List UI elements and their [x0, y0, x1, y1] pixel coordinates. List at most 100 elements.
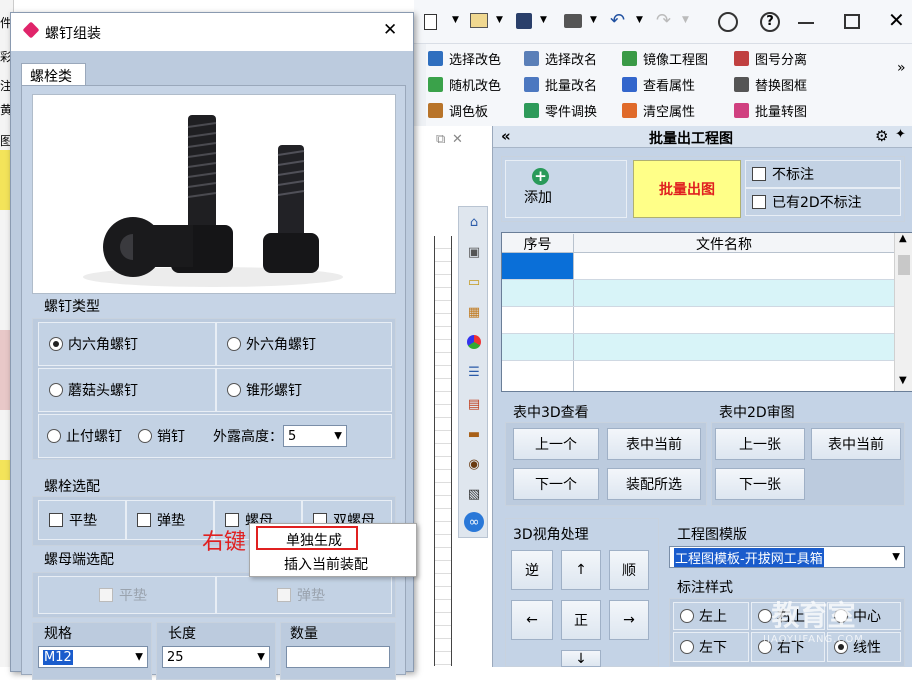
length-select[interactable]: 25 ▼ — [162, 646, 270, 668]
redo-dropdown-icon[interactable]: ▼ — [682, 15, 689, 25]
rotate-forward-button[interactable]: 顺 — [609, 550, 649, 590]
scroll-up-icon[interactable]: ▲ — [899, 233, 907, 244]
no-mark-2d-option[interactable]: 已有2D不标注 — [745, 188, 901, 216]
table-row[interactable] — [502, 253, 894, 280]
open-folder-icon[interactable] — [470, 13, 488, 28]
view2d-current-button[interactable]: 表中当前 — [811, 428, 901, 460]
radio-mushroom-head[interactable] — [49, 383, 63, 397]
rotate-right-button[interactable]: → — [609, 600, 649, 640]
option-set-screw-label[interactable]: 止付螺钉 — [66, 426, 122, 446]
toolbar-button-1-3[interactable]: 替换图框 — [734, 75, 807, 94]
dialog-close-button[interactable]: ✕ — [383, 20, 397, 40]
radio-bottom-left[interactable] — [680, 640, 694, 654]
part-box-icon[interactable]: ▣ — [462, 240, 486, 264]
save-dropdown-icon[interactable]: ▼ — [540, 15, 547, 25]
no-mark-option[interactable]: 不标注 — [745, 160, 901, 188]
custom-properties-icon[interactable]: ▧ — [462, 482, 486, 506]
print-icon[interactable] — [564, 14, 582, 28]
view3d-current-button[interactable]: 表中当前 — [607, 428, 701, 460]
toolbar-button-1-1[interactable]: 批量改名 — [524, 75, 597, 94]
redo-icon[interactable]: ↷ — [656, 10, 671, 31]
menu-item-generate-single[interactable]: 单独生成 — [256, 526, 358, 550]
radio-top-left[interactable] — [680, 609, 694, 623]
view3d-prev-button[interactable]: 上一个 — [513, 428, 599, 460]
folder-icon[interactable]: ▭ — [462, 270, 486, 294]
view3d-next-button[interactable]: 下一个 — [513, 468, 599, 500]
radio-socket-head[interactable] — [49, 337, 63, 351]
checkbox-no-mark-2d[interactable] — [752, 195, 766, 209]
bolt-flat-washer[interactable]: 平垫 — [38, 500, 126, 540]
new-doc-icon[interactable] — [424, 14, 437, 30]
radio-pin[interactable] — [138, 429, 152, 443]
link-icon[interactable]: ∞ — [464, 512, 484, 532]
add-button[interactable]: + 添加 — [505, 160, 627, 218]
template-select[interactable]: 工程图模板-开拔网工具箱 ▼ — [669, 546, 905, 568]
save-icon[interactable] — [516, 13, 532, 29]
toolbar-button-1-2[interactable]: 查看属性 — [622, 75, 695, 94]
mark-center[interactable]: 中心 — [827, 602, 901, 630]
spec-select[interactable]: M12 ▼ — [38, 646, 148, 668]
batch-output-button[interactable]: 批量出图 — [633, 160, 741, 218]
user-icon[interactable] — [718, 12, 738, 32]
radio-hex-head[interactable] — [227, 337, 241, 351]
radio-linear[interactable] — [834, 640, 848, 654]
tab-bolt-class[interactable]: 螺栓类 — [21, 63, 86, 86]
help-icon[interactable]: ? — [760, 12, 780, 32]
radio-set-screw[interactable] — [47, 429, 61, 443]
maximize-icon[interactable] — [844, 14, 860, 29]
eye-icon[interactable]: ◉ — [462, 452, 486, 476]
option-pin-label[interactable]: 销钉 — [157, 426, 185, 446]
undo-dropdown-icon[interactable]: ▼ — [636, 15, 643, 25]
mark-bottom-right[interactable]: 右下 — [751, 632, 825, 662]
mark-bottom-left[interactable]: 左下 — [673, 632, 749, 662]
toolbox-folder-icon[interactable]: ▬ — [462, 422, 486, 446]
option-mushroom-head[interactable]: 蘑菇头螺钉 — [38, 368, 216, 412]
table-row[interactable] — [502, 334, 894, 361]
table-scrollbar[interactable]: ▲ ▼ — [894, 233, 912, 391]
toolbar-button-2-3[interactable]: 批量转图 — [734, 101, 807, 120]
scroll-down-icon[interactable]: ▼ — [899, 375, 907, 386]
rotate-up-button[interactable]: ↑ — [561, 550, 601, 590]
mark-top-right[interactable]: 右上 — [751, 602, 825, 630]
open-dropdown-icon[interactable]: ▼ — [496, 15, 503, 25]
toolbar-more-icon[interactable]: » — [897, 60, 906, 76]
close-view-icon[interactable]: ✕ — [452, 132, 463, 147]
checkbox-bolt-flat-washer[interactable] — [49, 513, 63, 527]
toolbar-button-0-0[interactable]: 选择改色 — [428, 49, 501, 68]
collapse-icon[interactable]: « — [501, 127, 511, 145]
radio-taper-head[interactable] — [227, 383, 241, 397]
radio-center[interactable] — [834, 609, 848, 623]
window-close-icon[interactable]: ✕ — [888, 8, 905, 32]
rotate-left-button[interactable]: ← — [511, 600, 553, 640]
home-icon[interactable]: ⌂ — [462, 210, 486, 234]
option-hex-head[interactable]: 外六角螺钉 — [216, 322, 392, 366]
toolbar-button-1-0[interactable]: 随机改色 — [428, 75, 501, 94]
toolbar-button-0-2[interactable]: 镜像工程图 — [622, 49, 708, 68]
rotate-down-button[interactable]: ↓ — [561, 650, 601, 667]
minimize-icon[interactable] — [798, 22, 814, 24]
toolbar-button-0-3[interactable]: 图号分离 — [734, 49, 807, 68]
radio-top-right[interactable] — [758, 609, 772, 623]
toolbar-button-2-2[interactable]: 清空属性 — [622, 101, 695, 120]
mark-linear[interactable]: 线性 — [827, 632, 901, 662]
exposed-height-select[interactable]: 5 ▼ — [283, 425, 347, 447]
undo-icon[interactable]: ↶ — [610, 10, 625, 31]
rotate-reverse-button[interactable]: 逆 — [511, 550, 553, 590]
option-taper-head[interactable]: 锥形螺钉 — [216, 368, 392, 412]
pin-panel-icon[interactable]: ✦ — [895, 127, 906, 142]
menu-item-insert-assembly[interactable]: 插入当前装配 — [284, 554, 368, 574]
restore-window-icon[interactable]: ⧉ — [436, 132, 445, 147]
drawing-icon[interactable]: ▦ — [462, 300, 486, 324]
table-row[interactable] — [502, 307, 894, 334]
qty-input[interactable] — [286, 646, 390, 668]
option-socket-head[interactable]: 内六角螺钉 — [38, 322, 216, 366]
view2d-next-button[interactable]: 下一张 — [715, 468, 805, 500]
bolt-spring-washer[interactable]: 弹垫 — [126, 500, 214, 540]
view3d-assembly-button[interactable]: 装配所选 — [607, 468, 701, 500]
checkbox-bolt-spring-washer[interactable] — [137, 513, 151, 527]
list-icon[interactable]: ☰ — [462, 360, 486, 384]
settings-icon[interactable]: ⚙ — [875, 127, 888, 145]
scroll-thumb[interactable] — [898, 255, 910, 275]
new-dropdown-icon[interactable]: ▼ — [452, 15, 459, 25]
table-row[interactable] — [502, 280, 894, 307]
